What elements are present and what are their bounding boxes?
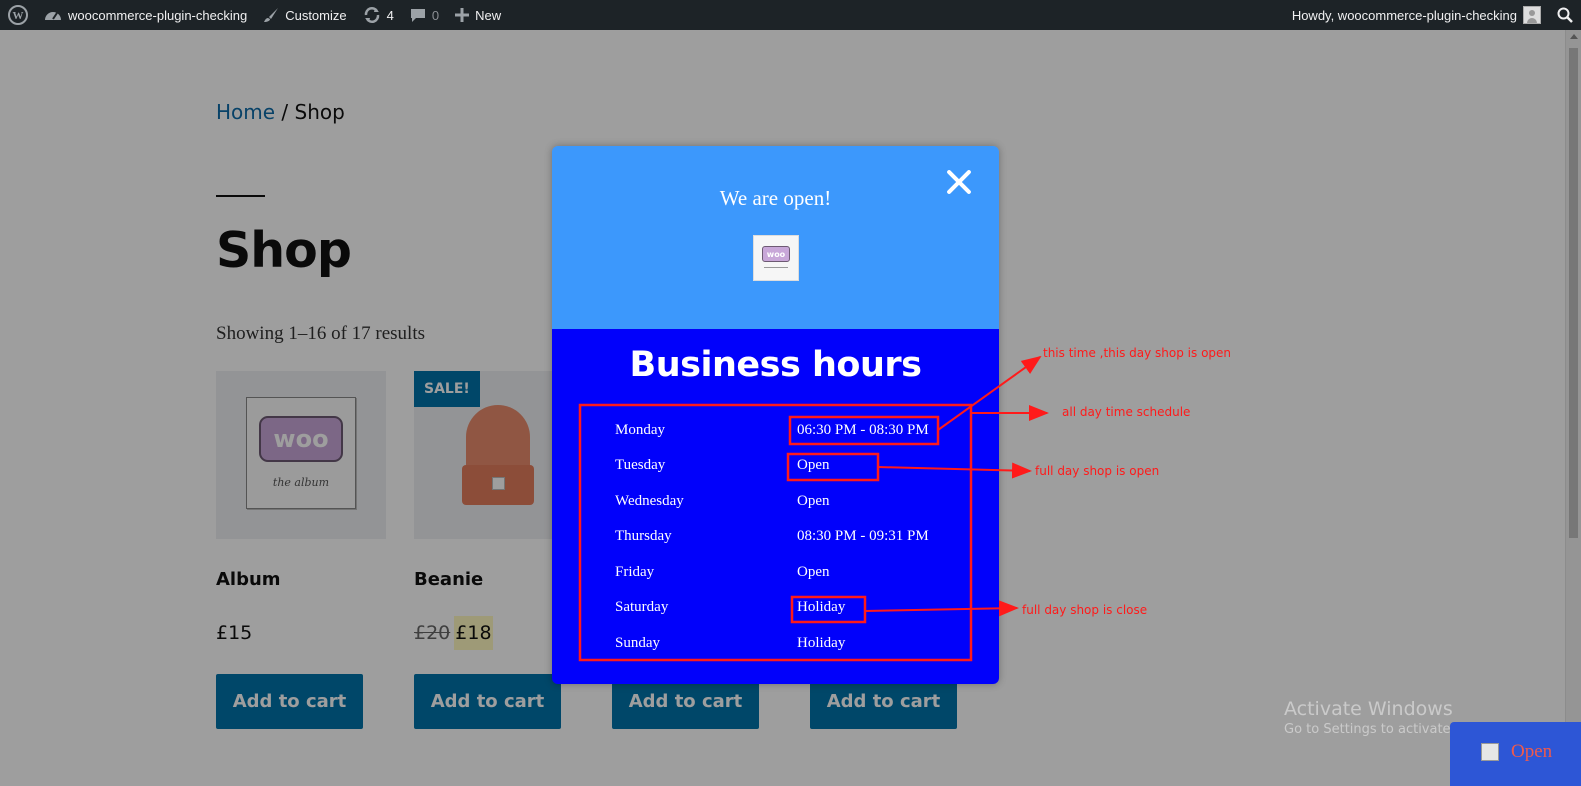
updates-count: 4 <box>386 7 394 23</box>
hours-day: Wednesday <box>615 493 684 509</box>
hours-day: Friday <box>615 564 655 580</box>
new-item[interactable]: New <box>447 0 509 30</box>
annotation-label-4: full day shop is close <box>1022 603 1148 617</box>
hours-time: Holiday <box>797 599 846 615</box>
annotation-label-1: this time ,this day shop is open <box>1043 346 1232 360</box>
comment-icon <box>410 9 425 22</box>
plus-icon <box>455 8 470 22</box>
modal-body: Business hours Monday 06:30 PM - 08:30 PM… <box>552 329 999 684</box>
hours-day: Tuesday <box>615 457 666 473</box>
comments-count: 0 <box>431 7 440 23</box>
hours-time: 08:30 PM - 09:31 PM <box>797 528 929 544</box>
site-name: woocommerce-plugin-checking <box>68 7 248 23</box>
annotation-label-2: all day time schedule <box>1062 405 1191 419</box>
updates-icon <box>364 7 379 23</box>
hours-time: Open <box>797 493 830 509</box>
brush-icon <box>264 8 279 22</box>
customize-label: Customize <box>285 7 347 23</box>
search-icon <box>1557 7 1573 23</box>
hours-time: Holiday <box>797 635 846 651</box>
new-label: New <box>475 7 502 23</box>
open-status-message: We are open! <box>719 186 832 210</box>
hours-time: Open <box>797 564 830 580</box>
site-name-item[interactable]: woocommerce-plugin-checking <box>36 0 255 30</box>
open-status-badge[interactable]: Open <box>1450 722 1581 786</box>
dashboard-icon <box>45 12 61 20</box>
hours-day: Thursday <box>615 528 672 544</box>
hours-day: Saturday <box>615 599 669 615</box>
modal-header: We are open! woo <box>552 146 999 329</box>
hours-day: Sunday <box>615 635 660 651</box>
hours-time: Open <box>797 457 830 473</box>
account-item[interactable]: Howdy, woocommerce-plugin-checking <box>1284 0 1549 30</box>
avatar <box>1523 6 1541 24</box>
search-item[interactable] <box>1549 0 1581 30</box>
store-icon <box>1481 743 1499 761</box>
watermark-line1: Activate Windows <box>1284 698 1453 720</box>
annotation-label-3: full day shop is open <box>1035 464 1160 478</box>
hours-time: 06:30 PM - 08:30 PM <box>797 422 929 438</box>
comments-item[interactable]: 0 <box>402 0 447 30</box>
wordpress-logo-item[interactable]: W <box>0 0 36 30</box>
howdy-text: Howdy, woocommerce-plugin-checking <box>1291 7 1517 23</box>
store-logo-text: woo <box>762 246 790 262</box>
business-hours-modal: We are open! woo Business hours Monday 06… <box>552 146 999 684</box>
updates-item[interactable]: 4 <box>355 0 402 30</box>
svg-text:W: W <box>13 10 24 22</box>
business-hours-heading: Business hours <box>629 345 922 385</box>
customize-item[interactable]: Customize <box>255 0 354 30</box>
wordpress-icon: W <box>8 5 28 25</box>
close-icon[interactable] <box>945 168 973 196</box>
hours-day: Monday <box>615 422 665 438</box>
open-badge-label: Open <box>1511 741 1553 762</box>
admin-bar: W woocommerce-plugin-checking Customize … <box>0 0 1581 30</box>
store-logo: woo <box>753 235 799 281</box>
